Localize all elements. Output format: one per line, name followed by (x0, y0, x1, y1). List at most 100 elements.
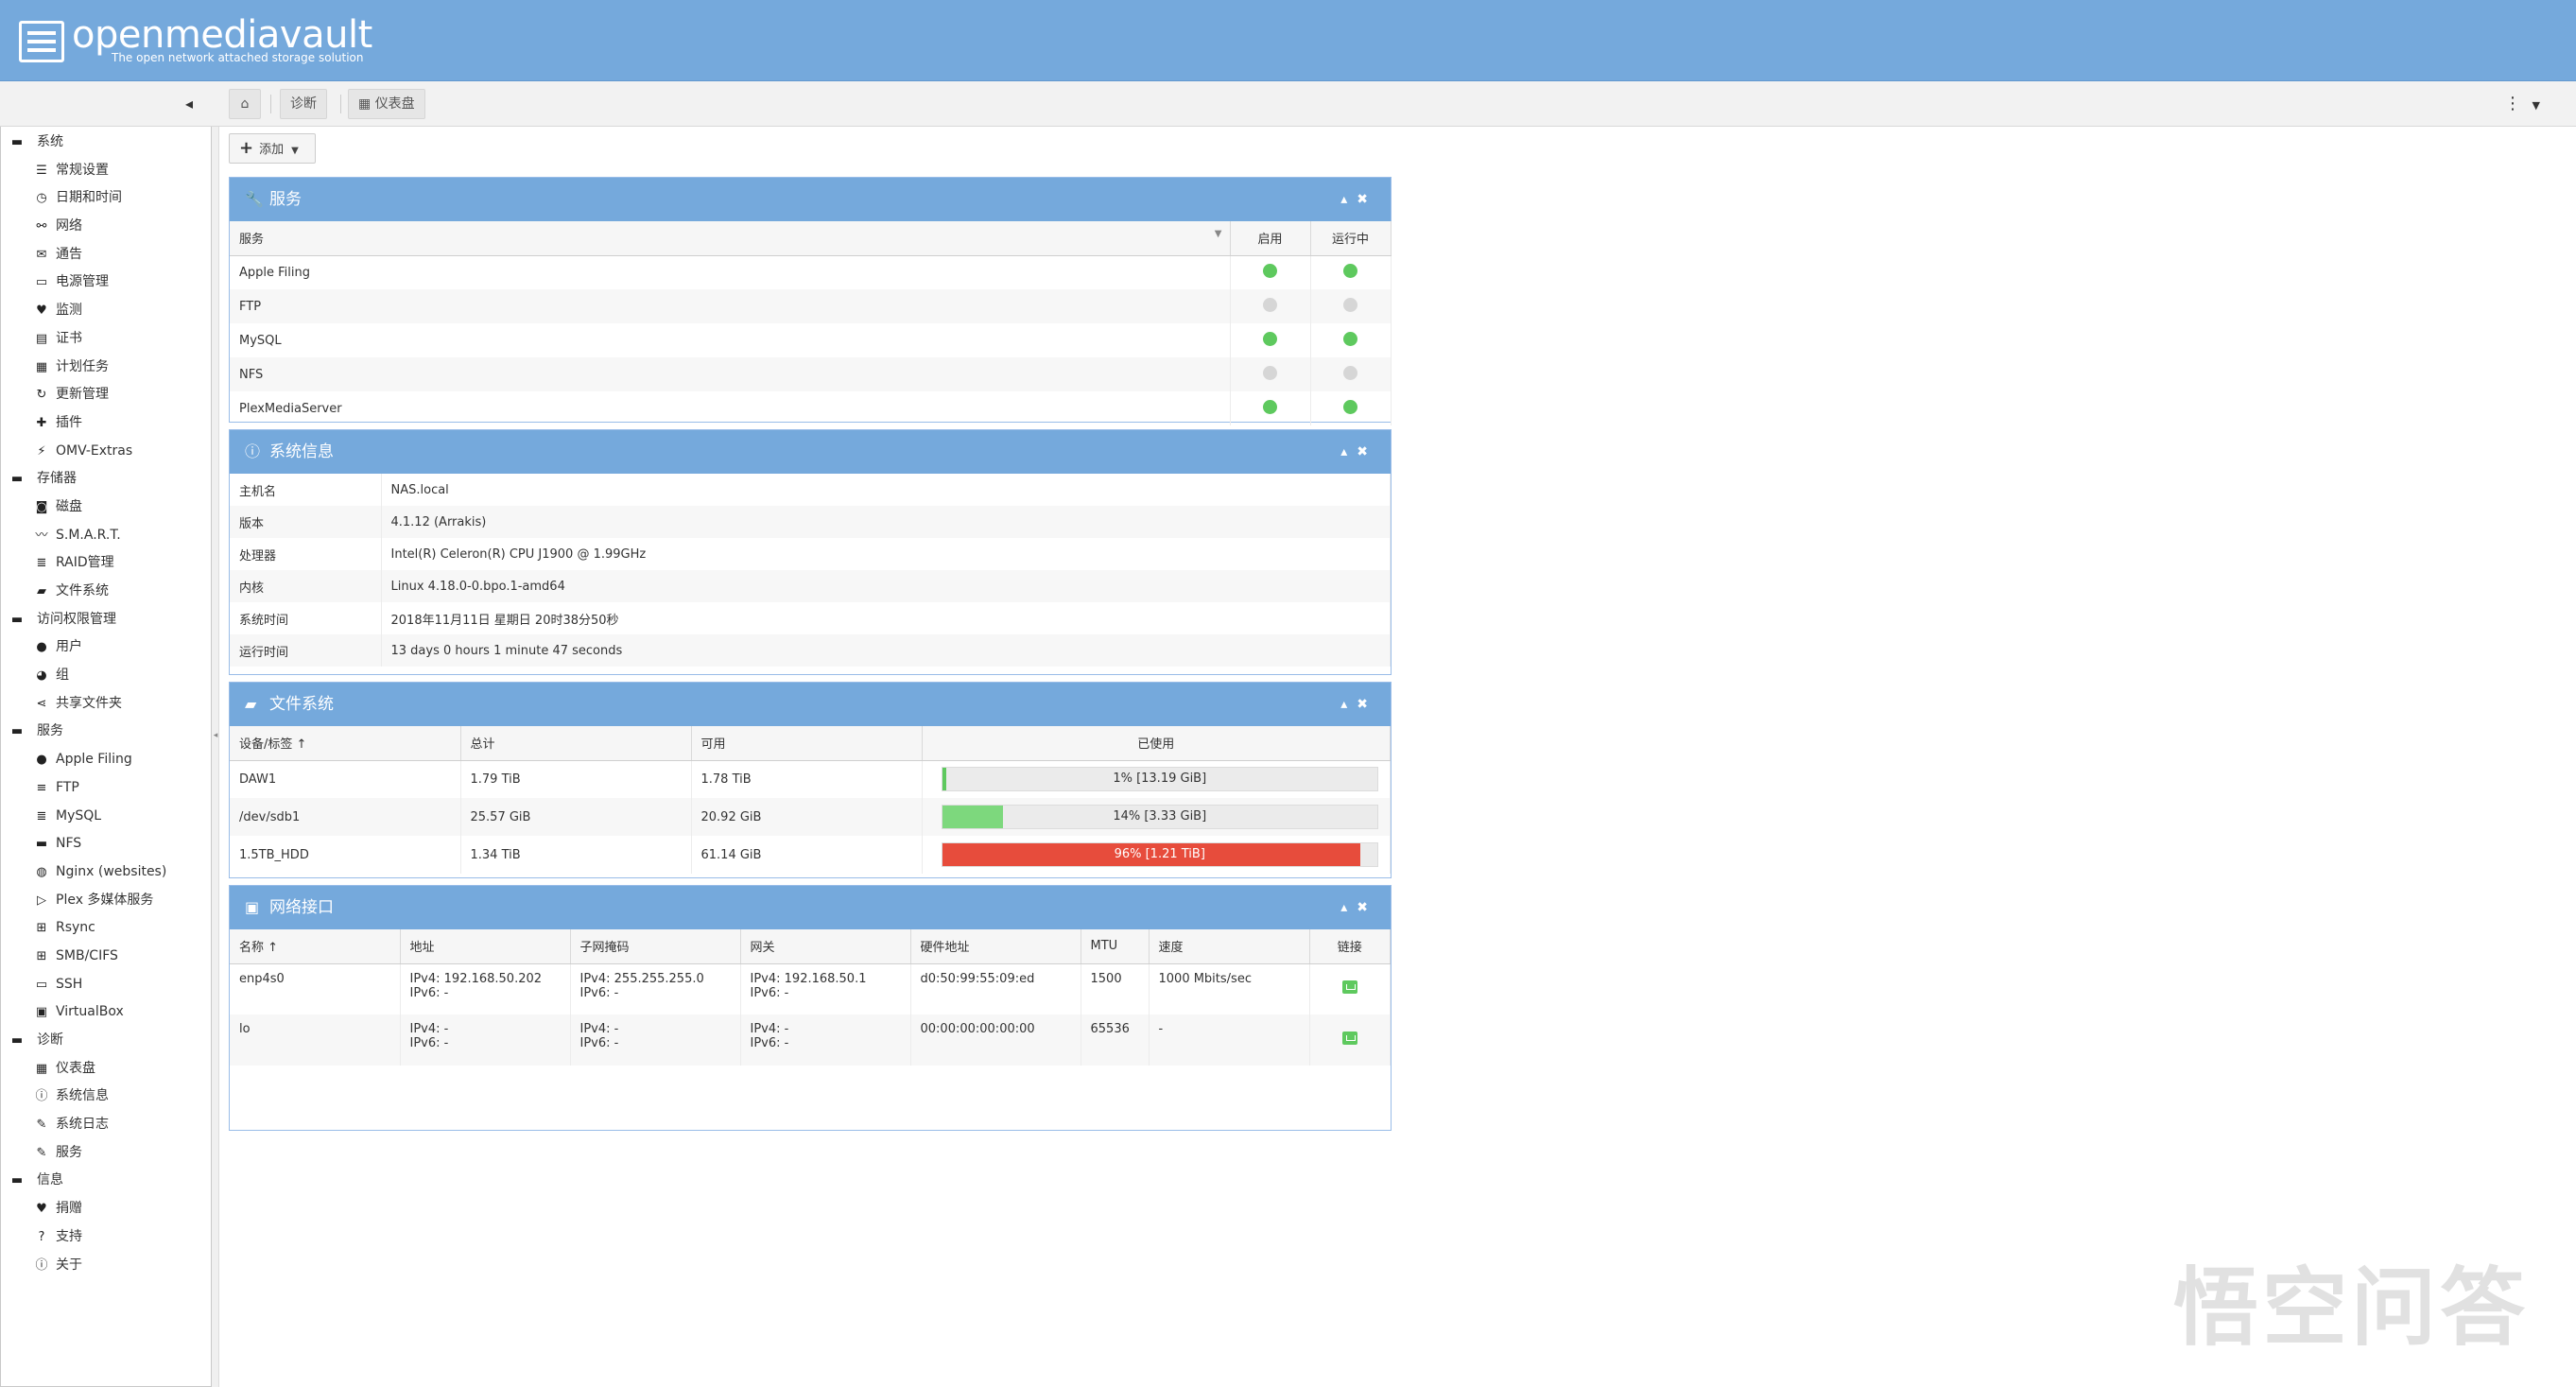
sidebar-item[interactable]: ▷ Plex 多媒体服务 (1, 887, 211, 915)
column-header[interactable]: 地址 (400, 929, 571, 964)
folder-icon: ▰ (37, 584, 46, 598)
column-header-used[interactable]: 已使用 (922, 726, 1391, 761)
sidebar-group[interactable]: ▬ 存储器 (1, 465, 211, 494)
sidebar-item[interactable]: ▦ 计划任务 (1, 354, 211, 382)
table-row[interactable]: lo IPv4: - IPv6: - IPv4: - IPv6: - IPv4: - IPv… (230, 1014, 1391, 1066)
server-icon: ≡ (36, 780, 47, 795)
sidebar-item[interactable]: ◕ 组 (1, 662, 211, 690)
column-header-enabled[interactable]: 启用 (1230, 221, 1311, 256)
collapse-up-icon[interactable]: ▴ (1340, 697, 1357, 712)
collapse-sidebar-button[interactable]: ◂ (178, 93, 200, 115)
sidebar-item[interactable]: ▰ 文件系统 (1, 578, 211, 606)
sidebar-item[interactable]: ▬ NFS (1, 830, 211, 858)
sidebar-item[interactable]: ● 用户 (1, 633, 211, 662)
sidebar-item-label: SSH (56, 976, 83, 992)
sidebar-item[interactable]: ⓘ 关于 (1, 1252, 211, 1280)
splitter-collapse-icon[interactable]: ◂ (212, 726, 219, 745)
close-icon[interactable]: ✖ (1357, 444, 1377, 459)
sidebar-group[interactable]: ▬ 系统 (1, 129, 211, 157)
close-icon[interactable]: ✖ (1357, 192, 1377, 207)
users-icon: ◕ (36, 668, 47, 684)
collapse-up-icon[interactable]: ▴ (1340, 900, 1357, 915)
sidebar-item[interactable]: ◙ 磁盘 (1, 494, 211, 522)
sidebar-item[interactable]: ▭ 电源管理 (1, 269, 211, 297)
sidebar-item[interactable]: ▤ 证书 (1, 325, 211, 354)
column-header[interactable]: 链接 (1309, 929, 1391, 964)
sidebar-group[interactable]: ▬ 访问权限管理 (1, 606, 211, 634)
column-header-total[interactable]: 总计 (460, 726, 692, 761)
sidebar-group[interactable]: ▬ 诊断 (1, 1027, 211, 1055)
sidebar-item[interactable]: ✚ 插件 (1, 409, 211, 438)
sidebar-item-label: 更新管理 (56, 387, 109, 403)
sidebar-item[interactable]: ✎ 服务 (1, 1139, 211, 1168)
sidebar-item[interactable]: ⓘ 系统信息 (1, 1083, 211, 1111)
sidebar-item[interactable]: ≣ RAID管理 (1, 549, 211, 578)
sidebar-item[interactable]: ✎ 系统日志 (1, 1111, 211, 1139)
sidebar-item[interactable]: ? 支持 (1, 1223, 211, 1252)
close-icon[interactable]: ✖ (1357, 697, 1377, 712)
play-icon: ▷ (37, 893, 46, 908)
table-row[interactable]: FTP (230, 289, 1392, 323)
column-header[interactable]: 子网掩码 (570, 929, 741, 964)
close-icon[interactable]: ✖ (1357, 900, 1377, 915)
minus-icon: ▬ (10, 1173, 24, 1188)
more-menu-button[interactable]: ⋮ ▼ (2504, 91, 2565, 117)
sidebar-group[interactable]: ▬ 服务 (1, 718, 211, 746)
sidebar-item[interactable]: ✉ 通告 (1, 241, 211, 269)
table-row: 系统时间 2018年11月11日 星期日 20时38分50秒 (230, 602, 1391, 634)
collapse-up-icon[interactable]: ▴ (1340, 444, 1357, 459)
sidebar-item[interactable]: ↻ 更新管理 (1, 381, 211, 409)
sidebar-item[interactable]: ♥ 监测 (1, 297, 211, 325)
sidebar-item[interactable]: 〰 S.M.A.R.T. (1, 522, 211, 550)
collapse-up-icon[interactable]: ▴ (1340, 192, 1357, 207)
sidebar-item[interactable]: ▭ SSH (1, 971, 211, 999)
column-header[interactable]: 网关 (740, 929, 911, 964)
sidebar-splitter[interactable] (212, 127, 219, 1387)
sidebar-item[interactable]: ▣ VirtualBox (1, 998, 211, 1027)
sidebar-item[interactable]: ◍ Nginx (websites) (1, 858, 211, 887)
gw-ipv4: IPv4: 192.168.50.1 (750, 971, 867, 986)
table-row[interactable]: MySQL (230, 323, 1392, 357)
column-header[interactable]: 速度 (1149, 929, 1310, 964)
sidebar-item[interactable]: ● Apple Filing (1, 746, 211, 774)
column-header-running[interactable]: 运行中 (1310, 221, 1392, 256)
sidebar-item[interactable]: ♥ 捐赠 (1, 1195, 211, 1223)
column-header[interactable]: MTU (1081, 929, 1150, 964)
network-table: 名称 ↑ 地址 子网掩码 网关 硬件地址 MTU 速度 链接 enp4s0 IPv4: 192.… (230, 929, 1391, 1066)
sidebar-item[interactable]: ≣ MySQL (1, 803, 211, 831)
table-row[interactable]: enp4s0 IPv4: 192.168.50.202 IPv6: - IPv4: 2… (230, 963, 1391, 1014)
table-row[interactable]: 1.5TB_HDD 1.34 TiB 61.14 GiB 96% [1.21 TiB] (230, 836, 1391, 874)
sidebar-item-label: 服务 (37, 723, 63, 739)
column-header[interactable]: 名称 ↑ (230, 929, 401, 964)
sidebar-item[interactable]: ⚡ OMV-Extras (1, 438, 211, 466)
add-widget-button[interactable]: + 添加 ▼ (229, 133, 316, 164)
sidebar-item[interactable]: ⊞ SMB/CIFS (1, 943, 211, 971)
sidebar-nav: ▬ 系统 ☰ 常规设置 ◷ 日期和时间 ⚯ 网络 ✉ 通告 ▭ 电源管理 ♥ 监测 ▤ 证书 ▦ 计划任务 ↻ 更新管… (0, 127, 212, 1387)
table-row[interactable]: PlexMediaServer (230, 391, 1392, 425)
column-header-service[interactable]: 服务 ▼ (230, 221, 1231, 256)
wrench-icon: ✎ (36, 1145, 47, 1160)
sidebar-group[interactable]: ▬ 信息 (1, 1167, 211, 1195)
table-row[interactable]: Apple Filing (230, 255, 1392, 289)
table-row[interactable]: /dev/sdb1 25.57 GiB 20.92 GiB 14% [3.33 GiB… (230, 798, 1391, 836)
sidebar-item[interactable]: ▦ 仪表盘 (1, 1055, 211, 1084)
sidebar-item[interactable]: ☰ 常规设置 (1, 157, 211, 185)
column-menu-icon[interactable]: ▼ (1215, 229, 1222, 239)
table-row[interactable]: NFS (230, 357, 1392, 391)
column-header-device[interactable]: 设备/标签 ↑ (230, 726, 461, 761)
sidebar-item[interactable]: ◷ 日期和时间 (1, 184, 211, 213)
sidebar-item[interactable]: ⋖ 共享文件夹 (1, 690, 211, 719)
puzzle-icon: ✚ (36, 415, 47, 430)
breadcrumb-current[interactable]: ▦ 仪表盘 (348, 89, 425, 119)
column-header-available[interactable]: 可用 (691, 726, 923, 761)
sidebar-item[interactable]: ⊞ Rsync (1, 914, 211, 943)
table-row[interactable]: DAW1 1.79 TiB 1.78 TiB 1% [13.19 GiB] (230, 760, 1391, 798)
breadcrumb-parent[interactable]: 诊断 (280, 89, 327, 119)
sliders-icon: ☰ (36, 163, 47, 178)
clock-icon: ◷ (36, 191, 47, 206)
network-interface-icon: ▣ (245, 898, 260, 916)
sidebar-item[interactable]: ≡ FTP (1, 774, 211, 803)
column-header[interactable]: 硬件地址 (910, 929, 1081, 964)
sidebar-item[interactable]: ⚯ 网络 (1, 213, 211, 241)
home-button[interactable]: ⌂ (229, 89, 261, 119)
